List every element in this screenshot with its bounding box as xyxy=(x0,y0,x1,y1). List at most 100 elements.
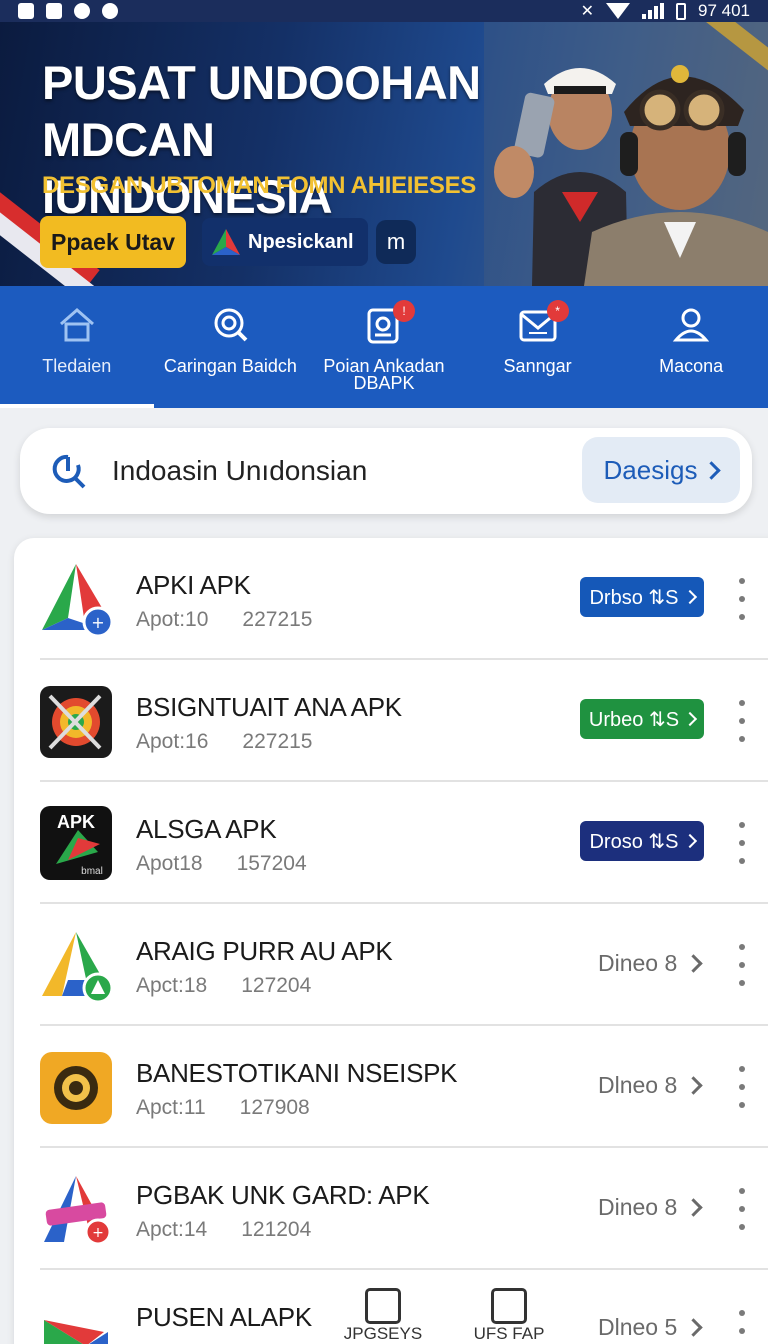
app-title: ALSGA APK xyxy=(136,814,277,844)
app-version: Apot:16 xyxy=(136,730,209,753)
details-link[interactable]: Dineo 8 xyxy=(598,1194,703,1221)
signal-icon xyxy=(642,3,664,19)
list-item[interactable]: APK bmal ALSGA APK Apot18 157204 Droso ⇅S xyxy=(14,782,768,904)
app-title: ARAIG PURR AU APK xyxy=(136,936,393,966)
chevron-right-icon xyxy=(684,1076,703,1095)
nav-tab-downloads[interactable]: ! Poian Ankadan DBAPK xyxy=(307,286,461,408)
search-button-label: Daesigs xyxy=(603,454,698,485)
chevron-right-icon xyxy=(682,833,697,849)
status-right: ✕ 97 401 xyxy=(581,1,750,21)
nav-tab-search[interactable]: Caringan Baidch xyxy=(154,286,308,408)
app-size: 157204 xyxy=(236,852,307,875)
more-options-icon[interactable] xyxy=(732,1306,752,1344)
more-options-icon[interactable] xyxy=(732,574,752,624)
list-item[interactable]: + APKI APK Apot:10 227215 Drbso ⇅S xyxy=(14,538,768,660)
status-left xyxy=(18,3,118,19)
banner-people-illustration xyxy=(484,22,768,286)
app-meta: Apct:14 121204 xyxy=(136,1218,311,1242)
nav-label: Macona xyxy=(659,356,724,376)
details-label: Dineo 8 xyxy=(598,1194,678,1220)
banner-chip-label: Npesickanl xyxy=(248,230,354,253)
search-submit-button[interactable]: Daesigs xyxy=(582,437,740,503)
download-button[interactable]: Drbso ⇅S xyxy=(580,577,704,617)
more-options-icon[interactable] xyxy=(732,940,752,990)
list-item[interactable]: ARAIG PURR AU APK Apct:18 127204 Dineo 8 xyxy=(14,904,768,1026)
list-item[interactable]: BSIGNTUAIT ANA APK Apot:16 227215 Urbeo ⇅… xyxy=(14,660,768,782)
mail-icon-wrap: * xyxy=(517,300,569,346)
app-target-icon xyxy=(40,686,112,758)
app-title: APKI APK xyxy=(136,570,251,600)
search-bar: Daesigs xyxy=(20,428,752,514)
app-play-icon xyxy=(44,1320,108,1344)
app-size: 227215 xyxy=(242,608,313,631)
chevron-right-icon xyxy=(684,1198,703,1217)
status-time: 97 401 xyxy=(698,1,750,20)
app-triangle-icon xyxy=(42,932,114,1004)
category-nav: Tledaien Caringan Baidch ! Poian Ankadan… xyxy=(0,286,768,408)
nav-label: Sanngar xyxy=(503,356,572,376)
search-icon xyxy=(52,454,86,489)
app-version: Apot:10 xyxy=(136,608,209,631)
app-size: 121204 xyxy=(241,1218,312,1241)
location-icon xyxy=(74,3,90,19)
picture-icon xyxy=(491,1288,527,1324)
app-version: Apct:11 xyxy=(136,1096,206,1119)
banner-cta-button[interactable]: Ppaek Utav xyxy=(40,216,186,268)
app-card-icon: + xyxy=(44,1176,112,1246)
list-item[interactable]: BANESTOTIKANI NSEISPK Apct:11 127908 Dlne… xyxy=(14,1026,768,1148)
banner-title-line: PUSAT UNDOOHAN xyxy=(42,56,481,109)
app-gear-icon xyxy=(40,1052,112,1124)
app-version: Apct:14 xyxy=(136,1218,208,1241)
app-title: BSIGNTUAIT ANA APK xyxy=(136,692,402,722)
details-label: Dlneo 8 xyxy=(598,1072,678,1098)
details-link[interactable]: Dineo 8 xyxy=(598,950,703,977)
banner-badge-icon[interactable]: m xyxy=(376,220,416,264)
details-link[interactable]: Dlneo 8 xyxy=(598,1072,703,1099)
status-bar: ✕ 97 401 xyxy=(0,0,768,22)
app-size: 127204 xyxy=(241,974,312,997)
more-options-icon[interactable] xyxy=(732,1184,752,1234)
banner-title-line: MDCAN IUNDONESIA xyxy=(42,113,333,223)
svg-text:+: + xyxy=(92,1225,104,1241)
chevron-right-icon xyxy=(702,460,722,480)
svg-text:+: + xyxy=(91,613,104,632)
ufs-fap-shortcut[interactable]: UFS FAP xyxy=(464,1288,554,1344)
chevron-right-icon xyxy=(684,954,703,973)
mute-icon: ✕ xyxy=(580,3,594,20)
notification-icon xyxy=(18,3,34,19)
download-label: Drbso ⇅S xyxy=(589,586,679,609)
file-icon xyxy=(46,3,62,19)
notification-badge: ! xyxy=(392,300,415,322)
app-meta: Apot:16 227215 xyxy=(136,730,312,754)
profile-icon xyxy=(672,308,710,342)
jpgseys-shortcut[interactable]: JPGSEYS xyxy=(338,1288,428,1344)
nav-tab-messages[interactable]: * Sanngar xyxy=(461,286,615,408)
app-title: BANESTOTIKANI NSEISPK xyxy=(136,1058,458,1088)
home-icon xyxy=(59,308,94,342)
download-button[interactable]: Urbeo ⇅S xyxy=(580,699,704,739)
list-item[interactable]: + PGBAK UNK GARD: APK Apct:14 121204 Dine… xyxy=(14,1148,768,1270)
more-options-icon[interactable] xyxy=(732,1062,752,1112)
app-title: PUSEN ALAPK xyxy=(136,1302,312,1332)
banner-store-chip[interactable]: Npesickanl xyxy=(202,218,368,266)
app-meta: Apot18 157204 xyxy=(136,852,307,876)
app-meta: Apct:18 127204 xyxy=(136,974,311,998)
nav-tab-home[interactable]: Tledaien xyxy=(0,286,154,408)
triangle-logo-icon xyxy=(212,229,240,255)
details-link[interactable]: Dlneo 5 xyxy=(598,1314,703,1341)
wifi-icon xyxy=(606,3,630,19)
more-options-icon[interactable] xyxy=(732,696,752,746)
details-label: Dineo 8 xyxy=(598,950,678,976)
download-button[interactable]: Droso ⇅S xyxy=(580,821,704,861)
search-input[interactable] xyxy=(112,455,552,487)
app-size: 127908 xyxy=(239,1096,310,1119)
more-options-icon[interactable] xyxy=(732,818,752,868)
apk-logo-text: APK xyxy=(57,812,95,832)
app-title: PGBAK UNK GARD: APK xyxy=(136,1180,430,1210)
promo-banner[interactable]: PUSAT UNDOOHAN MDCAN IUNDONESIA DESGAN U… xyxy=(0,22,768,286)
app-version: Apct:18 xyxy=(136,974,208,997)
details-label: Dlneo 5 xyxy=(598,1314,678,1340)
app-meta: Apct:11 127908 xyxy=(136,1096,310,1120)
nav-label: Tledaien xyxy=(42,356,112,376)
nav-tab-profile[interactable]: Macona xyxy=(614,286,768,408)
